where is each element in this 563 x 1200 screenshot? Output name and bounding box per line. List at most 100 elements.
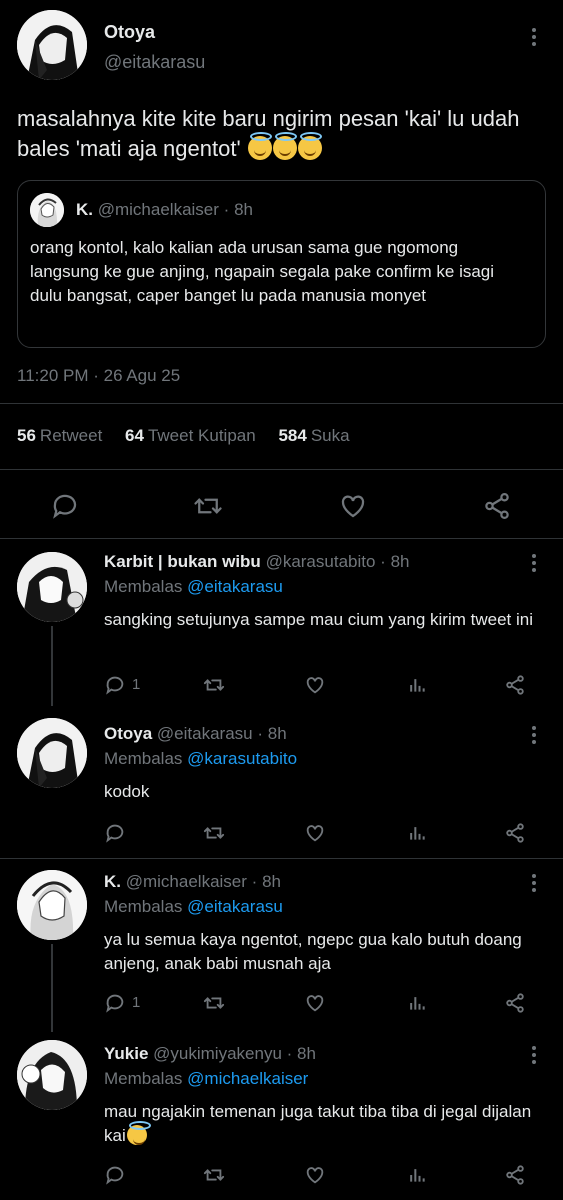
quote-separator: ·	[223, 200, 230, 219]
replying-to-label: Membalas	[104, 1069, 183, 1088]
reply-author-name[interactable]: Karbit | bukan wibu	[104, 552, 261, 571]
replying-to: Membalas @eitakarasu	[104, 897, 283, 917]
reply-text: mau ngajakin temenan juga takut tiba tib…	[104, 1100, 544, 1148]
author-avatar[interactable]	[17, 10, 87, 80]
reply-avatar[interactable]	[17, 718, 87, 788]
author-handle[interactable]: @eitakarasu	[104, 52, 205, 73]
quote-label: Tweet Kutipan	[147, 426, 256, 445]
more-options-icon[interactable]	[523, 872, 545, 894]
like-icon[interactable]	[304, 992, 326, 1014]
replying-to-label: Membalas	[104, 897, 183, 916]
reply-icon[interactable]	[104, 674, 126, 696]
thread-line	[51, 944, 53, 1032]
analytics-icon[interactable]	[407, 822, 427, 844]
replying-to: Membalas @eitakarasu	[104, 577, 283, 597]
reply-author-handle[interactable]: @eitakarasu	[157, 724, 253, 743]
reply-icon[interactable]	[50, 491, 80, 521]
reply-author-handle[interactable]: @karasutabito	[266, 552, 376, 571]
reply-text-body: mau ngajakin temenan juga takut tiba tib…	[104, 1102, 532, 1145]
reply-actions	[104, 1164, 534, 1188]
reply-author-name[interactable]: Otoya	[104, 724, 152, 743]
quote-time: 8h	[234, 200, 253, 219]
reply-header: Otoya @eitakarasu · 8h	[104, 724, 287, 744]
retweet-label: Retweet	[39, 426, 103, 445]
share-icon[interactable]	[504, 822, 526, 844]
like-icon[interactable]	[304, 1164, 326, 1186]
reply-author-handle[interactable]: @yukimiyakenyu	[153, 1044, 282, 1063]
retweet-icon[interactable]	[202, 992, 226, 1014]
separator: ·	[257, 724, 264, 743]
quote-count: 64	[125, 426, 144, 445]
like-icon[interactable]	[338, 491, 368, 521]
reply-header: Karbit | bukan wibu @karasutabito · 8h	[104, 552, 410, 572]
thread-line	[51, 626, 53, 706]
reply-actions	[104, 822, 534, 846]
divider	[0, 403, 563, 404]
reply-actions: 1	[104, 992, 534, 1016]
quote-header: K. @michaelkaiser · 8h	[76, 200, 253, 220]
halo-emoji-icon	[126, 1121, 151, 1145]
reply-text: kodok	[104, 782, 150, 801]
reply-text: sangking setujunya sampe mau cium yang k…	[104, 610, 533, 629]
tweet-stats: 56 Retweet 64 Tweet Kutipan 584 Suka	[17, 426, 350, 446]
reply-avatar[interactable]	[17, 552, 87, 622]
share-icon[interactable]	[482, 491, 512, 521]
replying-to-link[interactable]: @eitakarasu	[187, 577, 283, 596]
reply-header: Yukie @yukimiyakenyu · 8h	[104, 1044, 316, 1064]
reply-count: 1	[132, 994, 141, 1011]
reply-icon[interactable]	[104, 822, 126, 844]
retweet-icon[interactable]	[202, 1164, 226, 1186]
halo-emoji-icon	[297, 132, 322, 160]
quote-author-name: K.	[76, 200, 93, 219]
reply-header: K. @michaelkaiser · 8h	[104, 872, 281, 892]
replying-to-link[interactable]: @eitakarasu	[187, 897, 283, 916]
retweet-icon[interactable]	[202, 822, 226, 844]
more-options-icon[interactable]	[523, 724, 545, 746]
retweet-icon[interactable]	[202, 674, 226, 696]
author-name[interactable]: Otoya	[104, 22, 155, 43]
tweet-actions	[0, 485, 563, 525]
reply-author-name[interactable]: K.	[104, 872, 121, 891]
analytics-icon[interactable]	[407, 674, 427, 696]
reply-avatar[interactable]	[17, 1040, 87, 1110]
retweet-stat[interactable]: 56 Retweet	[17, 426, 102, 445]
reply-count: 1	[132, 676, 141, 693]
reply-avatar[interactable]	[17, 870, 87, 940]
reply-actions: 1	[104, 674, 534, 698]
replying-to-link[interactable]: @karasutabito	[187, 749, 297, 768]
like-icon[interactable]	[304, 822, 326, 844]
reply-author-handle[interactable]: @michaelkaiser	[126, 872, 247, 891]
separator: ·	[380, 552, 386, 571]
quoted-tweet[interactable]: K. @michaelkaiser · 8h orang kontol, kal…	[17, 180, 546, 348]
divider	[0, 858, 563, 859]
tweet-timestamp[interactable]: 11:20 PM · 26 Agu 25	[17, 366, 180, 386]
replying-to-label: Membalas	[104, 577, 183, 596]
quote-stat[interactable]: 64 Tweet Kutipan	[125, 426, 256, 445]
analytics-icon[interactable]	[407, 992, 427, 1014]
reply-icon[interactable]	[104, 1164, 126, 1186]
analytics-icon[interactable]	[407, 1164, 427, 1186]
tweet-text: masalahnya kite kite baru ngirim pesan '…	[17, 104, 552, 164]
reply-time: 8h	[390, 552, 410, 571]
more-options-icon[interactable]	[523, 26, 545, 48]
replying-to: Membalas @karasutabito	[104, 749, 297, 769]
divider	[0, 538, 563, 539]
share-icon[interactable]	[504, 674, 526, 696]
reply-author-name[interactable]: Yukie	[104, 1044, 148, 1063]
more-options-icon[interactable]	[523, 552, 545, 574]
quote-avatar	[30, 193, 64, 227]
like-icon[interactable]	[304, 674, 326, 696]
more-options-icon[interactable]	[523, 1044, 545, 1066]
share-icon[interactable]	[504, 1164, 526, 1186]
retweet-icon[interactable]	[192, 491, 224, 521]
replying-to-link[interactable]: @michaelkaiser	[187, 1069, 308, 1088]
retweet-count: 56	[17, 426, 36, 445]
reply-icon[interactable]	[104, 992, 126, 1014]
replying-to: Membalas @michaelkaiser	[104, 1069, 308, 1089]
share-icon[interactable]	[504, 992, 526, 1014]
halo-emoji-icon	[247, 132, 272, 160]
quote-author-handle: @michaelkaiser	[97, 200, 219, 219]
like-count: 584	[278, 426, 307, 445]
like-stat[interactable]: 584 Suka	[278, 426, 349, 445]
divider	[0, 469, 563, 470]
